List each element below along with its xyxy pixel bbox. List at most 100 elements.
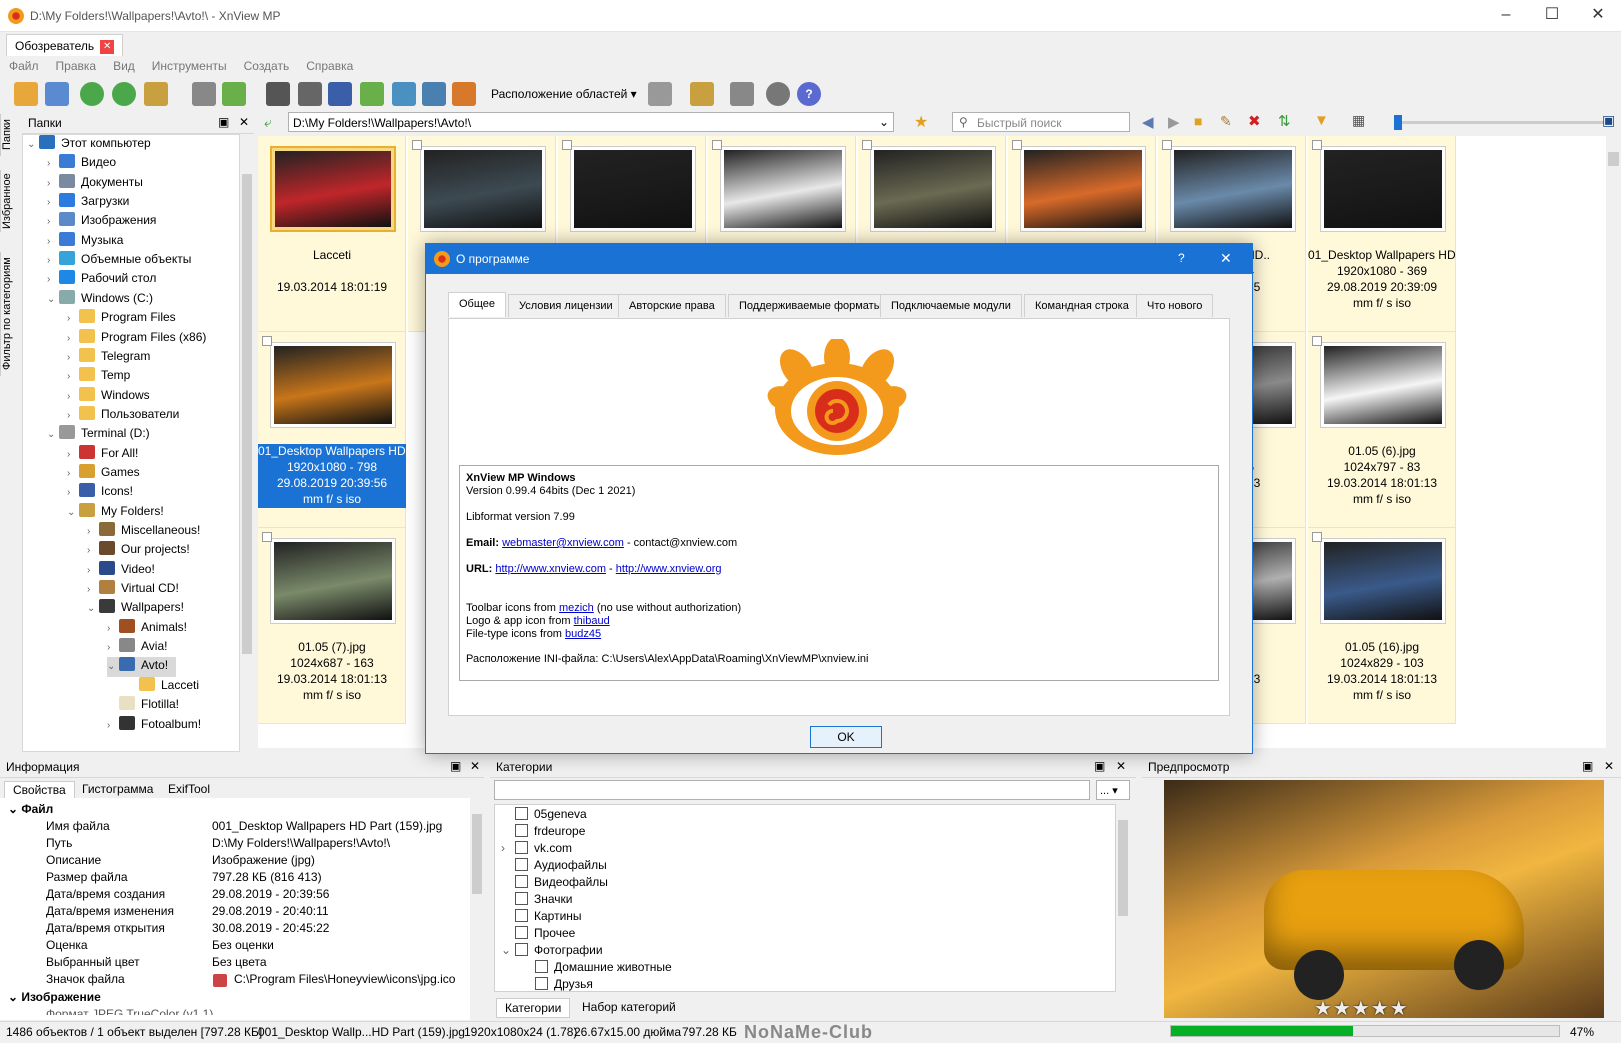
tab-browser[interactable]: Обозреватель ✕ <box>6 34 124 56</box>
chevron-right-icon[interactable]: › <box>67 333 79 344</box>
back-arrow-icon[interactable]: ◀ <box>1142 113 1154 131</box>
menu-item[interactable]: Справка <box>297 56 361 73</box>
sort-arrows-icon[interactable]: ⇅ <box>1278 112 1291 130</box>
ok-button[interactable]: OK <box>810 726 882 748</box>
select-checkbox[interactable] <box>1012 140 1022 150</box>
select-checkbox[interactable] <box>1162 140 1172 150</box>
tree-item[interactable]: › Miscellaneous! <box>87 522 200 542</box>
maximize-button[interactable]: ☐ <box>1529 0 1575 32</box>
favorite-star-icon[interactable]: ★ <box>914 112 928 132</box>
chevron-right-icon[interactable]: › <box>47 236 59 247</box>
dialog-close-button[interactable]: ✕ <box>1220 250 1232 267</box>
new-folder-icon[interactable]: ■ <box>1194 113 1202 129</box>
category-checkbox[interactable] <box>515 892 528 905</box>
email-link[interactable]: webmaster@xnview.com <box>502 537 624 549</box>
chevron-right-icon[interactable]: › <box>47 255 59 266</box>
panel-toggle-icon[interactable]: ▣ <box>1602 112 1615 129</box>
image-thumbnail[interactable]: 01_Desktop Wallpapers HD.. 1920x1080 - 79… <box>258 332 406 528</box>
close-panel-icon[interactable]: ✕ <box>239 115 249 129</box>
wallpaper-icon[interactable] <box>452 82 476 106</box>
chevron-down-icon[interactable]: ⌄ <box>501 943 511 957</box>
tree-item[interactable]: ⌄ Avto! <box>107 657 177 678</box>
filter-icon[interactable]: ▼ <box>1314 112 1329 129</box>
chevron-right-icon[interactable]: › <box>501 841 505 855</box>
tree-item[interactable]: › Virtual CD! <box>87 580 179 600</box>
category-checkbox[interactable] <box>515 841 528 854</box>
open-folder-icon[interactable] <box>14 82 38 106</box>
category-checkbox[interactable] <box>515 824 528 837</box>
select-checkbox[interactable] <box>262 532 272 542</box>
view-mode-icon[interactable]: ▦ <box>1352 112 1365 129</box>
tree-item[interactable]: › Fotoalbum! <box>107 715 201 736</box>
category-checkbox[interactable] <box>515 858 528 871</box>
tree-item[interactable]: Lacceti <box>127 676 199 697</box>
thibaud-link[interactable]: thibaud <box>574 615 610 627</box>
chevron-right-icon[interactable]: › <box>67 487 79 498</box>
fullscreen-icon[interactable] <box>45 82 69 106</box>
thumbnail-size-slider[interactable] <box>1394 115 1604 130</box>
chevron-right-icon[interactable]: › <box>47 158 59 169</box>
sort-icon[interactable] <box>648 82 672 106</box>
section-header-file[interactable]: ⌄ Файл <box>8 802 53 819</box>
close-window-button[interactable]: ✕ <box>1575 0 1621 32</box>
category-item[interactable]: Прочее <box>515 926 575 943</box>
sidetab-category-filter[interactable]: Фильтр по категориям <box>0 252 22 376</box>
chevron-right-icon[interactable]: › <box>67 391 79 402</box>
tree-item[interactable]: ⌄ Windows (C:) <box>47 289 153 310</box>
menu-item[interactable]: Файл <box>0 56 47 73</box>
category-item[interactable]: Друзья <box>535 977 593 991</box>
settings-gear-icon[interactable] <box>766 82 790 106</box>
chevron-right-icon[interactable]: › <box>47 197 59 208</box>
close-panel-icon[interactable]: ✕ <box>1116 759 1126 773</box>
category-options-button[interactable]: ... ▾ <box>1096 780 1130 800</box>
up-folder-icon[interactable]: ⤶ <box>264 114 272 131</box>
dialog-help-button[interactable]: ? <box>1178 251 1185 265</box>
mezich-link[interactable]: mezich <box>559 602 594 614</box>
chevron-down-icon[interactable]: ⌄ <box>47 429 59 440</box>
category-item[interactable]: Картины <box>515 909 582 926</box>
sidetab-folders[interactable]: Папки <box>0 114 22 156</box>
screenshot-icon[interactable] <box>422 82 446 106</box>
category-item[interactable]: Значки <box>515 892 573 909</box>
batch-icon[interactable] <box>360 82 384 106</box>
path-input[interactable]: D:\My Folders!\Wallpapers!\Avto!\ ⌄ <box>288 112 894 132</box>
chevron-right-icon[interactable]: › <box>67 352 79 363</box>
chevron-down-icon[interactable]: ⌄ <box>47 294 59 305</box>
tree-item[interactable]: › Telegram <box>67 347 150 368</box>
export-icon[interactable] <box>222 82 246 106</box>
info-tab[interactable]: Гистограмма <box>74 781 161 797</box>
dialog-tab[interactable]: Авторские права <box>618 294 726 317</box>
chevron-down-icon[interactable]: ⌄ <box>27 139 39 150</box>
refresh-icon[interactable] <box>80 82 104 106</box>
category-bottom-tab[interactable]: Набор категорий <box>574 998 684 1016</box>
sidetab-favorites[interactable]: Избранное <box>0 170 22 232</box>
budz45-link[interactable]: budz45 <box>565 628 601 640</box>
url-link-org[interactable]: http://www.xnview.org <box>616 563 722 575</box>
tree-item[interactable]: › Изображения <box>47 212 156 232</box>
menu-item[interactable]: Правка <box>47 56 105 73</box>
chevron-right-icon[interactable]: › <box>87 584 99 595</box>
select-checkbox[interactable] <box>262 336 272 346</box>
chevron-right-icon[interactable]: › <box>47 216 59 227</box>
chevron-right-icon[interactable]: › <box>107 623 119 634</box>
dialog-tab[interactable]: Командная строка <box>1024 294 1140 317</box>
binoculars-icon[interactable] <box>266 82 290 106</box>
minimize-button[interactable]: – <box>1483 0 1529 32</box>
category-item[interactable]: ⌄ Фотографии <box>501 943 603 960</box>
category-item[interactable]: Аудиофайлы <box>515 858 607 875</box>
image-thumbnail[interactable]: 01.05 (7).jpg 1024x687 - 163 19.03.2014 18… <box>258 528 406 724</box>
dialog-tab[interactable]: Условия лицензии <box>508 294 624 317</box>
chevron-right-icon[interactable]: › <box>67 313 79 324</box>
tree-item[interactable]: › Games <box>67 463 140 484</box>
category-checkbox[interactable] <box>515 909 528 922</box>
tree-item[interactable]: ⌄ Этот компьютер <box>27 135 151 155</box>
dialog-tab[interactable]: Общее <box>448 292 507 317</box>
folder-thumbnail[interactable]: Lacceti 19.03.2014 18:01:19 <box>258 136 406 332</box>
scanner-icon[interactable] <box>328 82 352 106</box>
category-checkbox[interactable] <box>535 960 548 973</box>
category-item[interactable]: frdeurope <box>515 824 585 841</box>
close-tab-icon[interactable]: ✕ <box>100 39 115 54</box>
select-checkbox[interactable] <box>1312 140 1322 150</box>
tree-item[interactable]: › Temp <box>67 367 130 387</box>
chevron-right-icon[interactable]: › <box>87 565 99 576</box>
